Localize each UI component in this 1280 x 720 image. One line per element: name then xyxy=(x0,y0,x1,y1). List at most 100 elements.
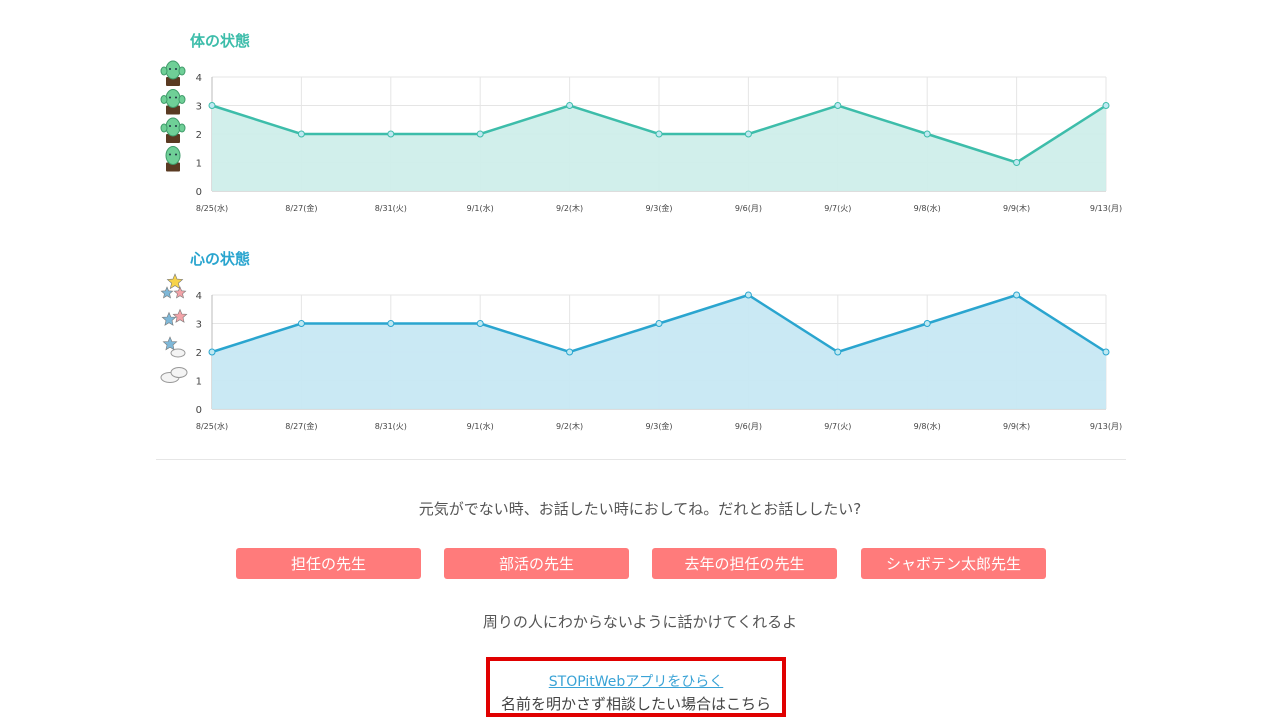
cactus-arm xyxy=(178,95,186,104)
data-point xyxy=(297,320,305,327)
y-tick-label: 3 xyxy=(196,320,202,331)
data-point xyxy=(476,130,484,138)
cloud xyxy=(170,367,188,378)
eye xyxy=(175,153,177,156)
x-tick-label: 9/1(水) xyxy=(467,421,494,431)
x-tick-label: 9/8(水) xyxy=(914,203,941,213)
mind-chart: 0 1 2 3 4 8/25(水) 8/27(金) 8/31(火) 9/1(水) 9/2(木) 9/… xyxy=(160,273,1122,431)
x-tick-label: 9/13(月) xyxy=(1090,422,1122,431)
data-point xyxy=(1102,348,1110,356)
y-tick-label: 0 xyxy=(196,187,202,198)
star-cloud-icon xyxy=(162,336,186,358)
mind-chart-section: 心の状態 0 1 2 3 4 8/25(水) 8/27(金) 8/31(火) 9/1(水) 9/2… xyxy=(150,248,1140,438)
cloud xyxy=(170,348,186,358)
y-tick-label: 4 xyxy=(196,73,202,84)
privacy-note: 周りの人にわからないように話かけてくれるよ xyxy=(482,613,798,631)
cactus-arm xyxy=(160,95,168,104)
data-point xyxy=(744,291,752,299)
last-year-teacher-button[interactable]: 去年の担任の先生 xyxy=(652,548,837,579)
data-point xyxy=(655,130,663,138)
cactus-arm xyxy=(178,123,186,133)
three-stars-icon xyxy=(160,273,187,299)
eye xyxy=(169,96,171,99)
eye xyxy=(175,125,177,127)
stopit-web-link[interactable]: STOPitWebアプリをひらく xyxy=(490,671,782,691)
eye xyxy=(175,68,177,70)
y-tick-label: 1 xyxy=(196,377,202,388)
x-tick-label: 9/9(木) xyxy=(1003,421,1030,431)
cactus-neutral-icon xyxy=(160,117,186,143)
cactus-body xyxy=(165,146,181,165)
data-point xyxy=(834,102,842,109)
x-tick-label: 9/7(火) xyxy=(824,422,851,431)
shaboten-taro-teacher-button[interactable]: シャボテン太郎先生 xyxy=(861,548,1046,579)
data-point xyxy=(566,348,574,356)
club-teacher-button[interactable]: 部活の先生 xyxy=(444,548,629,579)
body-chart-section: 体の状態 0 1 2 3 4 8/25(水) 8/27(金) 8/31(火) 9/1(水) 9/2… xyxy=(150,30,1140,220)
data-point xyxy=(655,320,663,327)
cactus-happy-icon xyxy=(160,60,186,86)
data-point xyxy=(1013,291,1021,299)
x-tick-label: 9/6(月) xyxy=(735,422,762,431)
data-point xyxy=(387,130,395,138)
cactus-arm xyxy=(178,66,186,76)
eye xyxy=(169,68,171,70)
consult-prompt: 元気がでない時、お話したい時におしてね。だれとお話ししたい? xyxy=(418,500,862,518)
two-stars-icon xyxy=(161,308,188,326)
data-point xyxy=(744,130,752,138)
cactus-sad-icon xyxy=(165,146,181,172)
x-tick-label: 9/2(木) xyxy=(556,421,583,431)
data-point xyxy=(923,130,931,138)
stopit-web-subtitle: 名前を明かさず相談したい場合はこちら xyxy=(500,695,771,713)
data-point xyxy=(1102,102,1110,109)
data-point xyxy=(566,102,574,109)
star xyxy=(160,286,174,299)
data-point xyxy=(476,320,484,327)
data-point xyxy=(297,130,305,138)
data-point xyxy=(387,320,395,327)
x-tick-label: 8/31(火) xyxy=(375,204,407,213)
y-tick-label: 3 xyxy=(196,102,202,113)
data-point xyxy=(834,348,842,356)
y-tick-label: 2 xyxy=(196,130,202,141)
eye xyxy=(169,153,171,156)
eye xyxy=(175,96,177,99)
y-tick-label: 1 xyxy=(196,159,202,170)
x-tick-label: 8/27(金) xyxy=(285,421,317,431)
x-tick-label: 9/2(木) xyxy=(556,203,583,213)
star xyxy=(166,273,184,290)
data-point xyxy=(923,320,931,327)
star xyxy=(173,286,187,299)
star xyxy=(162,336,178,351)
cactus-body xyxy=(165,60,181,80)
x-tick-label: 9/9(木) xyxy=(1003,203,1030,213)
x-tick-label: 9/3(金) xyxy=(645,203,672,213)
cactus-body xyxy=(165,117,181,137)
cactus-arm xyxy=(160,123,168,133)
clouds-icon xyxy=(160,367,188,383)
data-point xyxy=(1013,159,1021,166)
star xyxy=(172,308,188,323)
data-point xyxy=(208,102,216,109)
x-tick-label: 9/7(火) xyxy=(824,204,851,213)
cactus-arm xyxy=(160,66,168,76)
x-tick-label: 8/25(水) xyxy=(196,421,228,431)
x-tick-label: 9/6(月) xyxy=(735,204,762,213)
cactus-smile-icon xyxy=(160,89,186,115)
x-tick-label: 8/25(水) xyxy=(196,203,228,213)
x-tick-label: 9/3(金) xyxy=(645,421,672,431)
y-tick-label: 0 xyxy=(196,405,202,416)
stopit-web-box: STOPitWebアプリをひらく 名前を明かさず相談したい場合はこちら xyxy=(486,657,786,717)
data-point xyxy=(208,348,216,356)
cactus-body xyxy=(165,89,181,108)
y-tick-label: 4 xyxy=(196,291,202,302)
x-tick-label: 9/13(月) xyxy=(1090,204,1122,213)
x-tick-label: 8/31(火) xyxy=(375,422,407,431)
x-tick-label: 8/27(金) xyxy=(285,203,317,213)
x-tick-label: 9/8(水) xyxy=(914,421,941,431)
body-chart: 0 1 2 3 4 8/25(水) 8/27(金) 8/31(火) 9/1(水) 9/2(木) 9/… xyxy=(160,60,1122,213)
divider xyxy=(156,459,1126,460)
homeroom-teacher-button[interactable]: 担任の先生 xyxy=(236,548,421,579)
eye xyxy=(169,125,171,127)
x-tick-label: 9/1(水) xyxy=(467,203,494,213)
